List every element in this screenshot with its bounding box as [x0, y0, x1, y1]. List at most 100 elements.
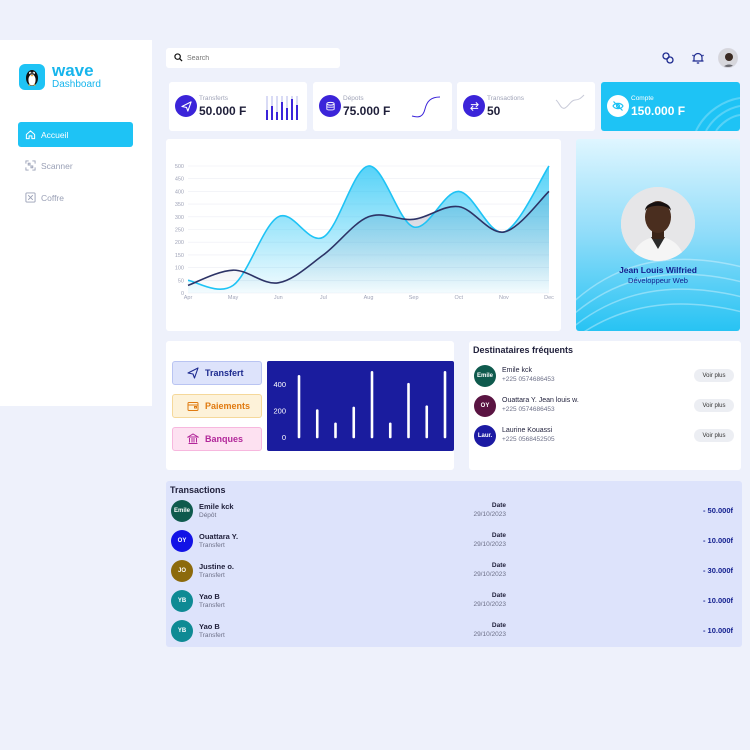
destinataires-panel: Destinataires fréquents Emile Emile kck …	[469, 341, 741, 470]
destinataire-phone: +225 0574686453	[502, 406, 555, 413]
bar-y-tick-label: 200	[273, 407, 286, 416]
voir-plus-button[interactable]: Voir plus	[694, 369, 734, 382]
sidebar-item-accueil[interactable]: Accueil	[18, 122, 133, 147]
y-tick-label: 450	[175, 177, 184, 183]
table-row[interactable]: YB Yao B Transfert Date 29/10/2023 - 10.…	[171, 620, 737, 644]
stat-value: 150.000 F	[631, 104, 686, 118]
avatar: JO	[171, 560, 193, 582]
user-avatar[interactable]	[718, 48, 738, 68]
avatar: Emile	[474, 365, 496, 387]
transfert-button-label: Transfert	[205, 368, 244, 378]
stat-card-transactions[interactable]: Transactions 50	[457, 82, 595, 131]
swap-icon	[463, 95, 485, 117]
profile-card: Jean Louis Wilfried Développeur Web	[576, 139, 740, 331]
transaction-type: Transfert	[199, 542, 225, 549]
voir-plus-button[interactable]: Voir plus	[694, 429, 734, 442]
table-row[interactable]: OY Ouattara Y. Transfert Date 29/10/2023…	[171, 530, 737, 554]
destinataire-row[interactable]: Emile Emile kck +225 0574686453 Voir plu…	[474, 365, 738, 389]
stat-card-depots[interactable]: Dépots 75.000 F	[313, 82, 452, 131]
destinataire-phone: +225 0568452505	[502, 436, 555, 443]
stat-card-compte[interactable]: Compte 150.000 F	[601, 82, 740, 131]
destinataire-phone: +225 0574686453	[502, 376, 555, 383]
stat-value: 50.000 F	[199, 104, 247, 118]
bar-y-tick-label: 400	[273, 380, 286, 389]
link-icon[interactable]	[660, 50, 676, 66]
y-tick-label: 50	[178, 278, 184, 284]
y-tick-label: 250	[175, 228, 184, 234]
transactions-panel: Transactions Emile Emile kck Dépôt Date …	[166, 481, 742, 647]
transaction-name: Emile kck	[199, 502, 234, 511]
y-tick-label: 100	[175, 266, 184, 272]
date-label: Date	[491, 502, 506, 509]
stat-card-transferts[interactable]: Transferts 50.000 F	[169, 82, 307, 131]
transaction-type: Transfert	[199, 632, 225, 639]
profile-role: Développeur Web	[628, 276, 688, 285]
paiements-button[interactable]: Paiements	[172, 394, 262, 418]
avatar: YB	[171, 590, 193, 612]
search-bar[interactable]	[166, 48, 340, 68]
date-label: Date	[491, 532, 506, 539]
destinataires-title: Destinataires fréquents	[473, 345, 574, 355]
avatar: Emile	[171, 500, 193, 522]
chart-panel: 0 50 100 150 200 250 300 350 400 450 500 Apr May Jun…	[166, 139, 561, 331]
sidebar-item-label: Scanner	[41, 160, 73, 171]
area-chart: 050100150200250300350400450500 Apr May Jun…	[175, 164, 554, 301]
table-row[interactable]: JO Justine o. Transfert Date 29/10/2023 …	[171, 560, 737, 584]
date-label: Date	[491, 562, 506, 569]
bar-chart: 0 200 400	[273, 371, 447, 442]
transaction-name: Justine o.	[199, 562, 235, 571]
transaction-date: 29/10/2023	[473, 541, 506, 548]
sidebar-item-scanner[interactable]: Scanner	[18, 153, 133, 178]
penguin-icon	[19, 63, 45, 90]
x-tick-label: Jun	[274, 295, 283, 301]
transaction-name: Yao B	[199, 592, 220, 601]
stat-label: Transactions	[487, 95, 524, 102]
avatar: OY	[171, 530, 193, 552]
transaction-type: Transfert	[199, 572, 225, 579]
x-tick-label: Apr	[184, 295, 193, 301]
brand-name: wave	[52, 61, 94, 80]
scanner-icon	[25, 160, 36, 171]
transaction-type: Dépôt	[199, 512, 217, 519]
y-tick-label: 150	[175, 253, 184, 259]
search-icon	[174, 49, 183, 67]
date-label: Date	[491, 592, 506, 599]
x-tick-label: Jul	[320, 295, 327, 301]
profile-name: Jean Louis Wilfried	[619, 265, 697, 275]
search-input[interactable]	[187, 54, 327, 62]
y-tick-label: 200	[175, 240, 184, 246]
bar-chart-panel: 0 200 400	[267, 361, 454, 451]
send-icon	[187, 367, 199, 379]
transaction-amount: - 50.000f	[702, 506, 733, 515]
transfert-button[interactable]: Transfert	[172, 361, 262, 385]
actions-panel: Transfert Paiements Banques 0 200 400	[166, 341, 454, 470]
avatar: Laur.	[474, 425, 496, 447]
sidebar-item-label: Accueil	[41, 129, 69, 140]
stat-label: Compte	[631, 95, 654, 102]
destinataire-row[interactable]: OY Ouattara Y. Jean louis w. +225 057468…	[474, 395, 738, 419]
mini-line-chart	[411, 96, 441, 118]
eye-off-icon[interactable]	[607, 95, 629, 117]
send-icon	[175, 95, 197, 117]
vault-icon	[25, 192, 36, 203]
table-row[interactable]: YB Yao B Transfert Date 29/10/2023 - 10.…	[171, 590, 737, 614]
sidebar-item-coffre[interactable]: Coffre	[18, 185, 133, 210]
mini-bar-chart	[266, 96, 298, 120]
brand-logo[interactable]: wave Dashboard	[19, 62, 101, 91]
banques-button[interactable]: Banques	[172, 427, 262, 451]
voir-plus-button[interactable]: Voir plus	[694, 399, 734, 412]
transaction-date: 29/10/2023	[473, 511, 506, 518]
paiements-button-label: Paiements	[205, 401, 251, 411]
transaction-date: 29/10/2023	[473, 601, 506, 608]
stat-label: Dépots	[343, 95, 364, 102]
mini-wave-chart	[555, 94, 585, 109]
profile-photo	[621, 187, 695, 261]
y-tick-label: 300	[175, 215, 184, 221]
transaction-amount: - 30.000f	[702, 566, 733, 575]
bell-icon[interactable]	[690, 50, 706, 66]
date-label: Date	[491, 622, 506, 629]
table-row[interactable]: Emile Emile kck Dépôt Date 29/10/2023 - …	[171, 500, 737, 524]
transactions-title: Transactions	[170, 485, 226, 495]
destinataire-row[interactable]: Laur. Laurine Kouassi +225 0568452505 Vo…	[474, 425, 738, 449]
transaction-amount: - 10.000f	[702, 536, 733, 545]
